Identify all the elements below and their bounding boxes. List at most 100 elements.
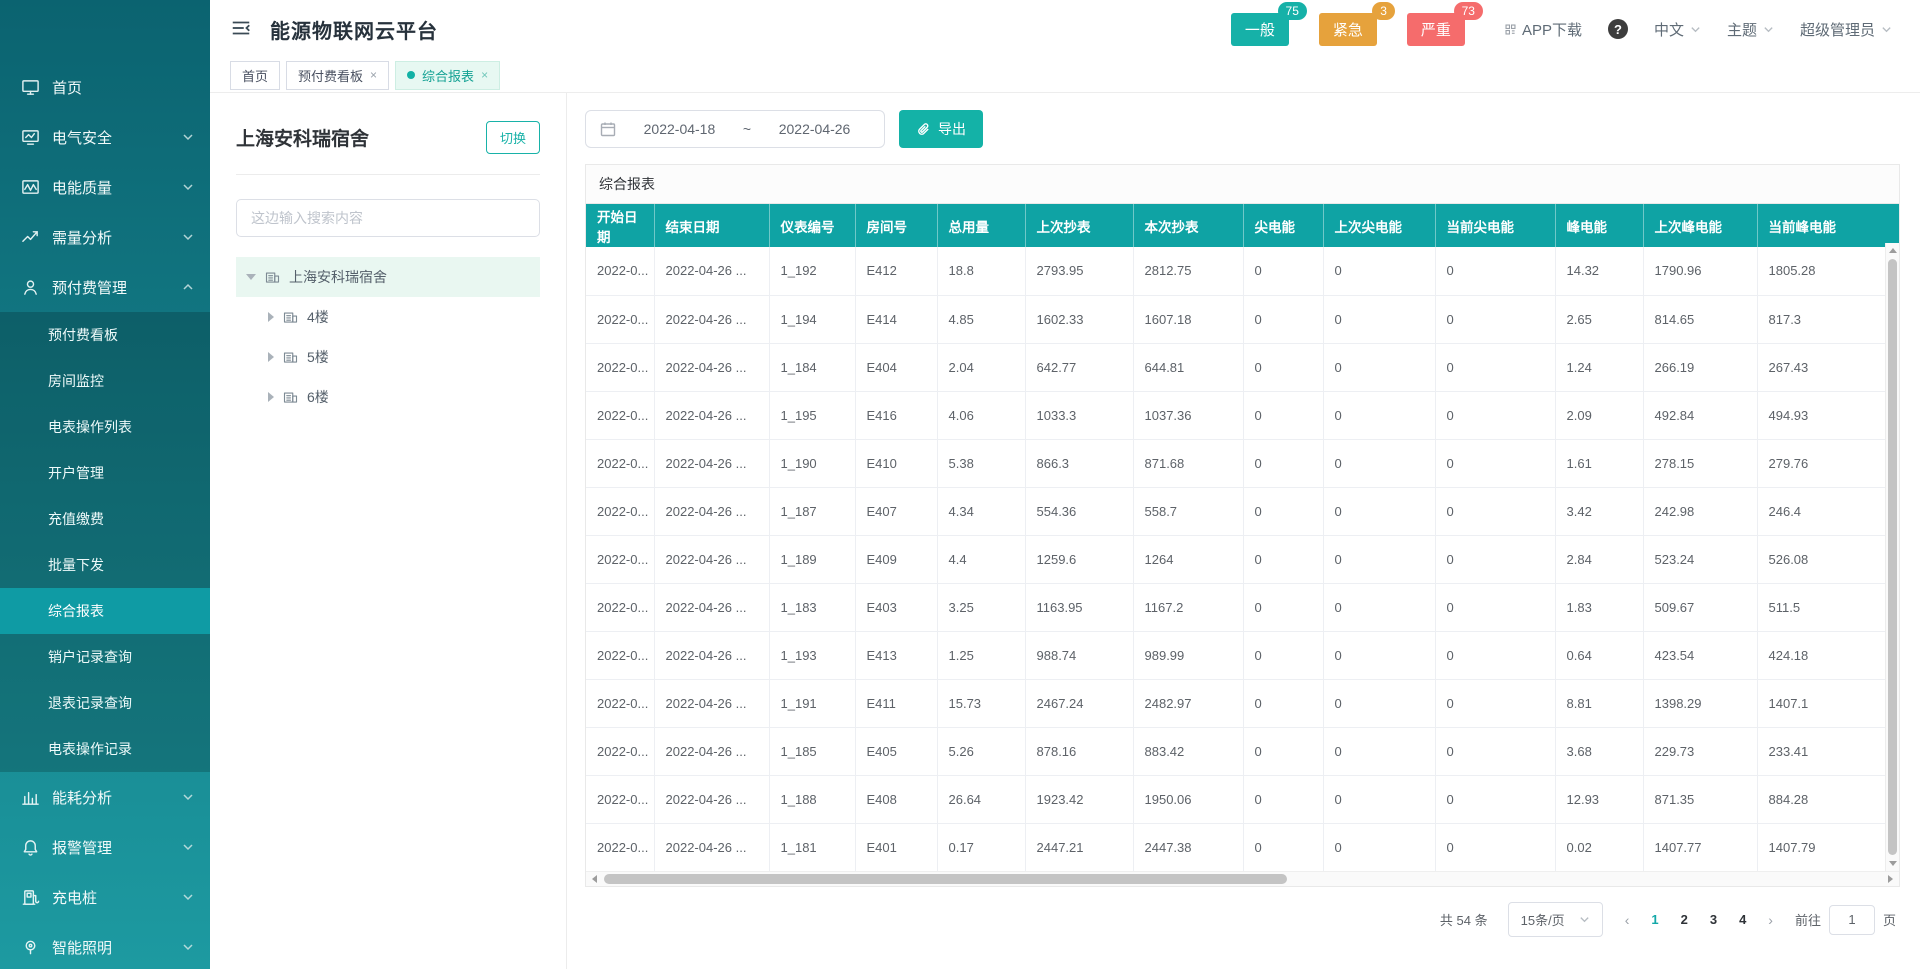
alert-count-badge: 73	[1454, 2, 1483, 20]
table-cell: 1033.3	[1025, 391, 1133, 439]
table-cell: 0	[1323, 391, 1435, 439]
tab-item[interactable]: 预付费看板×	[286, 61, 389, 90]
scroll-right-arrow-icon[interactable]	[1888, 875, 1893, 883]
tree-child-node[interactable]: 5楼	[236, 337, 540, 377]
table-cell: 526.08	[1757, 535, 1899, 583]
table-cell: 2793.95	[1025, 247, 1133, 295]
date-range-picker[interactable]: 2022-04-18 ~ 2022-04-26	[585, 110, 885, 148]
table-cell: E403	[855, 583, 937, 631]
submenu-item[interactable]: 房间监控	[0, 358, 210, 404]
sidebar-item[interactable]: 电能质量	[0, 162, 210, 212]
table-cell: 1163.95	[1025, 583, 1133, 631]
table-cell: 2.65	[1555, 295, 1643, 343]
submenu-item[interactable]: 电表操作记录	[0, 726, 210, 772]
table-cell: 1_189	[769, 535, 855, 583]
building-icon	[265, 270, 280, 285]
caret-right-icon[interactable]	[268, 392, 274, 402]
sidebar-item[interactable]: 报警管理	[0, 822, 210, 872]
submenu-item[interactable]: 开户管理	[0, 450, 210, 496]
help-icon[interactable]: ?	[1608, 19, 1628, 39]
submenu-item[interactable]: 销户记录查询	[0, 634, 210, 680]
vertical-scrollbar[interactable]	[1885, 243, 1899, 871]
table-cell: 0	[1323, 727, 1435, 775]
sidebar-item[interactable]: 充电桩	[0, 872, 210, 922]
table-cell: E401	[855, 823, 937, 871]
next-page-button[interactable]: ›	[1766, 912, 1775, 928]
sidebar-item[interactable]: 首页	[0, 62, 210, 112]
goto-page-input[interactable]	[1829, 905, 1875, 935]
sidebar-item[interactable]: 需量分析	[0, 212, 210, 262]
tree-child-node[interactable]: 6楼	[236, 377, 540, 417]
horizontal-scrollbar[interactable]	[586, 871, 1899, 886]
horizontal-scrollbar-thumb[interactable]	[604, 874, 1287, 884]
scroll-left-arrow-icon[interactable]	[592, 875, 597, 883]
alert-tag[interactable]: 紧急3	[1319, 13, 1377, 46]
table-cell: 523.24	[1643, 535, 1757, 583]
search-input[interactable]	[236, 199, 540, 237]
submenu: 预付费看板房间监控电表操作列表开户管理充值缴费批量下发综合报表销户记录查询退表记…	[0, 312, 210, 772]
table-cell: 1037.36	[1133, 391, 1243, 439]
sidebar-item[interactable]: 智能照明	[0, 922, 210, 969]
submenu-item[interactable]: 退表记录查询	[0, 680, 210, 726]
table-cell: 0	[1243, 295, 1323, 343]
table-cell: 814.65	[1643, 295, 1757, 343]
alert-tag[interactable]: 严重73	[1407, 13, 1465, 46]
sidebar-item-label: 智能照明	[52, 937, 170, 958]
tab-close-icon[interactable]: ×	[481, 69, 488, 81]
table-cell: 817.3	[1757, 295, 1899, 343]
table-header-cell: 上次抄表	[1025, 204, 1133, 247]
submenu-item[interactable]: 综合报表	[0, 588, 210, 634]
page-number[interactable]: 2	[1681, 912, 1688, 927]
table-cell: 1.61	[1555, 439, 1643, 487]
export-button[interactable]: 导出	[899, 110, 983, 148]
alert-tag[interactable]: 一般75	[1231, 13, 1289, 46]
page-number[interactable]: 4	[1739, 912, 1746, 927]
table-cell: 866.3	[1025, 439, 1133, 487]
table-cell: 2022-04-26 ...	[654, 439, 769, 487]
table-cell: 494.93	[1757, 391, 1899, 439]
caret-down-icon[interactable]	[246, 274, 256, 280]
chevron-down-icon	[1881, 24, 1892, 35]
table-cell: 0	[1243, 487, 1323, 535]
tab-close-icon[interactable]: ×	[370, 69, 377, 81]
language-selector[interactable]: 中文	[1654, 19, 1701, 40]
submenu-item[interactable]: 充值缴费	[0, 496, 210, 542]
scroll-up-arrow-icon[interactable]	[1889, 248, 1897, 253]
sidebar-item[interactable]: 能耗分析	[0, 772, 210, 822]
table-row: 2022-0...2022-04-26 ...1_193E4131.25988.…	[586, 631, 1899, 679]
table-cell: 0	[1323, 823, 1435, 871]
table-cell: 0	[1435, 247, 1555, 295]
sidebar-item[interactable]: 预付费管理	[0, 262, 210, 312]
page-number[interactable]: 1	[1651, 912, 1658, 927]
table-cell: 1_195	[769, 391, 855, 439]
user-menu[interactable]: 超级管理员	[1800, 19, 1892, 40]
table-cell: 1.25	[937, 631, 1025, 679]
page-size-select[interactable]: 15条/页	[1508, 902, 1603, 937]
collapse-menu-icon[interactable]	[230, 17, 254, 41]
table-cell: 871.68	[1133, 439, 1243, 487]
site-tree: 上海安科瑞宿舍4楼5楼6楼	[236, 257, 540, 417]
scroll-down-arrow-icon[interactable]	[1889, 861, 1897, 866]
submenu-item[interactable]: 电表操作列表	[0, 404, 210, 450]
theme-selector[interactable]: 主题	[1727, 19, 1774, 40]
table-cell: 1_184	[769, 343, 855, 391]
submenu-item[interactable]: 预付费看板	[0, 312, 210, 358]
tree-child-node[interactable]: 4楼	[236, 297, 540, 337]
tab-item[interactable]: 首页	[230, 61, 280, 90]
sidebar-item[interactable]: 电气安全	[0, 112, 210, 162]
table-cell: 0	[1243, 583, 1323, 631]
caret-right-icon[interactable]	[268, 312, 274, 322]
table-header-cell: 上次峰电能	[1643, 204, 1757, 247]
prev-page-button[interactable]: ‹	[1623, 912, 1632, 928]
chevron-down-icon	[182, 131, 194, 143]
switch-button[interactable]: 切换	[486, 121, 540, 154]
tab-active[interactable]: 综合报表×	[395, 61, 500, 90]
caret-right-icon[interactable]	[268, 352, 274, 362]
vertical-scrollbar-thumb[interactable]	[1888, 259, 1897, 855]
page-number[interactable]: 3	[1710, 912, 1717, 927]
submenu-item[interactable]: 批量下发	[0, 542, 210, 588]
app-download-link[interactable]: APP下载	[1505, 19, 1582, 40]
charger-icon	[20, 887, 40, 907]
tree-root-node[interactable]: 上海安科瑞宿舍	[236, 257, 540, 297]
sidebar-item-label: 需量分析	[52, 227, 170, 248]
